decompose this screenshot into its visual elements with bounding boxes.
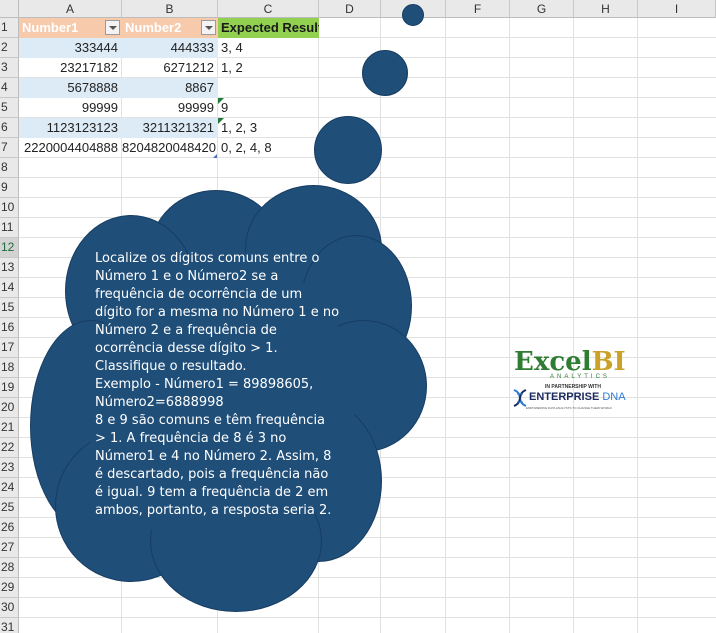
cell-a4[interactable]: 5678888 [19,78,122,98]
column-header-f[interactable]: F [446,0,510,18]
row-header-2[interactable]: 2 [0,38,19,58]
column-header-a[interactable]: A [19,0,122,18]
row-header-9[interactable]: 9 [0,178,19,198]
row-header-17[interactable]: 17 [0,338,19,358]
row-header-12[interactable]: 12 [0,238,19,258]
cell-c4[interactable] [218,78,319,98]
error-indicator[interactable] [218,98,224,104]
row-header-6[interactable]: 6 [0,118,19,138]
logo-analytics-text: ANALYTICS [550,374,610,380]
row-header-26[interactable]: 26 [0,518,19,538]
row-header-16[interactable]: 16 [0,318,19,338]
column-header-h[interactable]: H [574,0,638,18]
column-header-c[interactable]: C [218,0,319,18]
logo-tagline-text: EMPOWERING DATA ANALYSTS TO CHANGE THEIR… [526,406,612,410]
cell-a5[interactable]: 99999 [19,98,122,118]
cell-b7[interactable]: 8204820048420 [122,138,218,158]
row-header-25[interactable]: 25 [0,498,19,518]
cell-c7[interactable]: 0, 2, 4, 8 [218,138,319,158]
header-number2-label: Number2 [125,20,182,35]
cell-b4[interactable]: 8867 [122,78,218,98]
row-header-10[interactable]: 10 [0,198,19,218]
row-header-29[interactable]: 29 [0,578,19,598]
bubble-dot-medium[interactable] [362,50,408,96]
select-all-corner[interactable] [0,0,19,18]
table-resize-handle[interactable] [213,154,217,158]
bubble-dot-large[interactable] [314,116,382,184]
logo-excel-text: Excel [514,347,592,377]
row-header-1[interactable]: 1 [0,18,19,38]
cell-a3[interactable]: 23217182 [19,58,122,78]
row-header-23[interactable]: 23 [0,458,19,478]
cell-b2[interactable]: 444333 [122,38,218,58]
column-header-i[interactable]: I [638,0,716,18]
logo-dna-text: DNA [602,391,626,403]
column-header-d[interactable]: D [319,0,381,18]
row-header-7[interactable]: 7 [0,138,19,158]
row-header-4[interactable]: 4 [0,78,19,98]
row-header-30[interactable]: 30 [0,598,19,618]
cell-c5[interactable]: 9 [218,98,319,118]
row-header-31[interactable]: 31 [0,618,19,633]
cell-c3[interactable]: 1, 2 [218,58,319,78]
row-header-15[interactable]: 15 [0,298,19,318]
row-header-18[interactable]: 18 [0,358,19,378]
bubble-dot-small[interactable] [402,4,424,26]
row-header-20[interactable]: 20 [0,398,19,418]
cell-a6[interactable]: 1123123123 [19,118,122,138]
filter-dropdown-button[interactable] [105,20,120,35]
row-header-13[interactable]: 13 [0,258,19,278]
cell-a7[interactable]: 2220004404888 [19,138,122,158]
column-header-b[interactable]: B [122,0,218,18]
row-header-28[interactable]: 28 [0,558,19,578]
spreadsheet-grid[interactable]: A B C D E F G H I 1234567891011121314151… [0,0,716,633]
logo-partnership-text: IN PARTNERSHIP WITH [545,384,601,390]
cell-b6[interactable]: 3211321321 [122,118,218,138]
row-header-19[interactable]: 19 [0,378,19,398]
row-header-5[interactable]: 5 [0,98,19,118]
row-header-14[interactable]: 14 [0,278,19,298]
cell-b5[interactable]: 99999 [122,98,218,118]
cell-c6[interactable]: 1, 2, 3 [218,118,319,138]
header-number1-label: Number1 [22,20,79,35]
column-header-g[interactable]: G [510,0,574,18]
logo-enterprise-dna-wordmark: ENTERPRISE DNA [529,391,626,403]
header-number1[interactable]: Number1 [19,18,122,38]
excelbi-enterprise-dna-logo: ExcelBI ANALYTICS IN PARTNERSHIP WITH EN… [512,347,634,417]
row-header-27[interactable]: 27 [0,538,19,558]
dna-helix-icon [513,389,527,407]
row-header-21[interactable]: 21 [0,418,19,438]
cell-c2[interactable]: 3, 4 [218,38,319,58]
header-expected-result[interactable]: Expected Result [218,18,319,38]
logo-excelbi-wordmark: ExcelBI [514,347,626,377]
header-number2[interactable]: Number2 [122,18,218,38]
row-header-11[interactable]: 11 [0,218,19,238]
callout-text: Localize os dígitos comuns entre o Númer… [95,251,340,518]
error-indicator[interactable] [218,118,224,124]
row-header-24[interactable]: 24 [0,478,19,498]
logo-bi-text: BI [591,347,626,377]
filter-dropdown-button[interactable] [201,20,216,35]
cell-b3[interactable]: 6271212 [122,58,218,78]
cell-a2[interactable]: 333444 [19,38,122,58]
row-header-3[interactable]: 3 [0,58,19,78]
row-header-8[interactable]: 8 [0,158,19,178]
row-header-22[interactable]: 22 [0,438,19,458]
logo-enterprise-text: ENTERPRISE [529,391,600,403]
